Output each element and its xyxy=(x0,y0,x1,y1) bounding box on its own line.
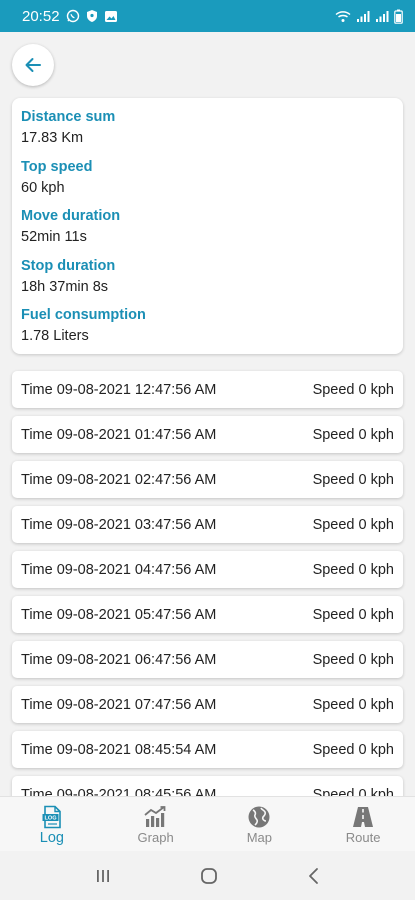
arrow-left-icon xyxy=(23,55,43,75)
summary-value: 60 kph xyxy=(21,179,65,196)
nav-item-graph[interactable]: Graph xyxy=(104,797,208,851)
bottom-nav: LOG Log Graph Map Route xyxy=(0,796,415,851)
nav-label: Graph xyxy=(137,830,174,845)
log-time: Time 09-08-2021 06:47:56 AM xyxy=(21,651,217,668)
summary-value: 52min 11s xyxy=(21,229,87,245)
summary-card: Distance sum 17.83 Km Top speed 60 kph M… xyxy=(12,98,403,354)
list-item[interactable]: Time 09-08-2021 12:47:56 AM Speed 0 kph xyxy=(12,371,403,408)
log-speed: Speed 0 kph xyxy=(312,651,394,668)
back-nav-button[interactable] xyxy=(306,867,322,885)
log-speed: Speed 0 kph xyxy=(312,786,394,797)
summary-value: 18h 37min 8s xyxy=(21,278,109,295)
nav-label: Route xyxy=(345,830,381,845)
list-item[interactable]: Time 09-08-2021 08:45:56 AM Speed 0 kph xyxy=(12,776,403,796)
log-speed: Speed 0 kph xyxy=(312,381,394,398)
log-time: Time 09-08-2021 12:47:56 AM xyxy=(21,381,217,398)
svg-text:LOG: LOG xyxy=(44,816,56,822)
nav-item-log[interactable]: LOG Log xyxy=(0,797,104,851)
summary-label: Stop duration xyxy=(21,257,116,274)
log-speed: Speed 0 kph xyxy=(312,741,394,758)
status-bar: 20:52 xyxy=(0,0,415,32)
recent-apps-button[interactable] xyxy=(94,868,112,884)
system-nav-bar xyxy=(0,851,415,900)
summary-fuel-consumption: Fuel consumption 1.78 Liters xyxy=(21,305,394,355)
log-speed: Speed 0 kph xyxy=(312,561,394,578)
log-list[interactable]: Time 09-08-2021 12:47:56 AM Speed 0 kph … xyxy=(0,366,415,796)
log-speed: Speed 0 kph xyxy=(312,606,394,623)
summary-move-duration: Move duration 52min 11s xyxy=(21,206,394,256)
log-speed: Speed 0 kph xyxy=(312,426,394,443)
nav-label: Log xyxy=(39,830,64,846)
summary-label: Fuel consumption xyxy=(21,307,146,323)
log-time: Time 09-08-2021 04:47:56 AM xyxy=(21,561,217,578)
summary-label: Distance sum xyxy=(21,109,116,125)
summary-stop-duration: Stop duration 18h 37min 8s xyxy=(21,256,394,306)
graph-icon xyxy=(143,805,169,829)
road-icon xyxy=(350,805,376,829)
list-item[interactable]: Time 09-08-2021 04:47:56 AM Speed 0 kph xyxy=(12,551,403,588)
list-item[interactable]: Time 09-08-2021 05:47:56 AM Speed 0 kph xyxy=(12,596,403,633)
summary-distance: Distance sum 17.83 Km xyxy=(21,107,394,157)
list-item[interactable]: Time 09-08-2021 06:47:56 AM Speed 0 kph xyxy=(12,641,403,678)
log-icon: LOG xyxy=(40,805,64,829)
summary-value: 17.83 Km xyxy=(21,130,84,146)
status-right xyxy=(335,9,403,24)
summary-label: Move duration xyxy=(21,208,121,224)
wifi-icon xyxy=(335,10,351,23)
log-time: Time 09-08-2021 05:47:56 AM xyxy=(21,606,217,623)
battery-icon xyxy=(394,9,403,24)
log-time: Time 09-08-2021 01:47:56 AM xyxy=(21,426,217,443)
signal-icon xyxy=(375,10,389,23)
signal-icon xyxy=(356,10,370,23)
log-time: Time 09-08-2021 08:45:54 AM xyxy=(21,741,217,758)
log-speed: Speed 0 kph xyxy=(312,516,394,533)
home-button[interactable] xyxy=(199,866,219,886)
status-left: 20:52 xyxy=(22,8,118,25)
nav-label: Map xyxy=(246,830,273,845)
summary-label: Top speed xyxy=(21,158,93,175)
nav-item-map[interactable]: Map xyxy=(208,797,312,851)
status-time: 20:52 xyxy=(22,7,60,25)
summary-top-speed: Top speed 60 kph xyxy=(21,157,394,207)
summary-value: 1.78 Liters xyxy=(21,328,89,344)
list-item[interactable]: Time 09-08-2021 01:47:56 AM Speed 0 kph xyxy=(12,416,403,453)
back-button[interactable] xyxy=(12,44,54,86)
whatsapp-icon xyxy=(66,9,80,23)
log-speed: Speed 0 kph xyxy=(312,696,394,713)
list-item[interactable]: Time 09-08-2021 03:47:56 AM Speed 0 kph xyxy=(12,506,403,543)
globe-icon xyxy=(247,805,271,829)
list-item[interactable]: Time 09-08-2021 02:47:56 AM Speed 0 kph xyxy=(12,461,403,498)
log-time: Time 09-08-2021 07:47:56 AM xyxy=(21,696,217,713)
log-time: Time 09-08-2021 03:47:56 AM xyxy=(21,516,217,533)
list-item[interactable]: Time 09-08-2021 08:45:54 AM Speed 0 kph xyxy=(12,731,403,768)
log-time: Time 09-08-2021 02:47:56 AM xyxy=(21,471,217,488)
log-speed: Speed 0 kph xyxy=(312,471,394,488)
list-item[interactable]: Time 09-08-2021 07:47:56 AM Speed 0 kph xyxy=(12,686,403,723)
nav-item-route[interactable]: Route xyxy=(311,797,415,851)
log-time: Time 09-08-2021 08:45:56 AM xyxy=(21,786,217,797)
image-icon xyxy=(104,10,118,23)
shield-icon xyxy=(86,9,98,23)
